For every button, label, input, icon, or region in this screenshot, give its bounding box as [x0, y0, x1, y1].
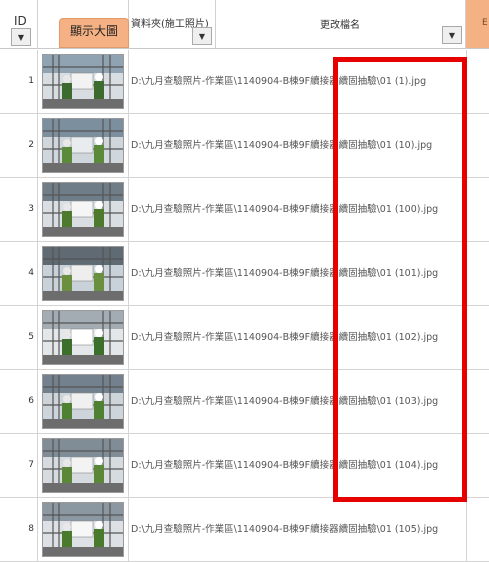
thumbnail-cell[interactable] — [38, 114, 129, 177]
row-id: 5 — [0, 306, 38, 369]
header-id-cell: ID ▼ — [0, 0, 38, 48]
spreadsheet: ID ▼ 資料夾(施工照片) ▼ 更改檔名 ▼ E 顯示大圖 1 D:\九月查驗照… — [0, 0, 489, 562]
thumbnail-cell[interactable] — [38, 434, 129, 497]
thumbnail-cell[interactable] — [38, 178, 129, 241]
row-id: 3 — [0, 178, 38, 241]
file-path[interactable]: D:\九月查驗照片-作業區\1140904-B棟9F續接器續固抽驗\01 (10… — [129, 114, 489, 177]
photo-thumbnail[interactable] — [42, 246, 124, 301]
photo-thumbnail[interactable] — [42, 374, 124, 429]
table-row[interactable]: 7 D:\九月查驗照片-作業區\1140904-B棟9F續接器續固抽驗\01 (1… — [0, 434, 489, 498]
row-id: 1 — [0, 50, 38, 113]
thumbnail-cell[interactable] — [38, 50, 129, 113]
column-divider — [466, 178, 467, 241]
column-divider — [466, 498, 467, 561]
header-row: ID ▼ 資料夾(施工照片) ▼ 更改檔名 ▼ E 顯示大圖 — [0, 0, 489, 49]
thumbnail-cell[interactable] — [38, 242, 129, 305]
row-id: 2 — [0, 114, 38, 177]
name-column-label: 更改檔名 — [320, 20, 360, 31]
row-id: 6 — [0, 370, 38, 433]
photo-thumbnail[interactable] — [42, 54, 124, 109]
table-row[interactable]: 3 D:\九月查驗照片-作業區\1140904-B棟9F續接器續固抽驗\01 (1… — [0, 178, 489, 242]
header-extra-cell: E — [466, 0, 489, 48]
file-path[interactable]: D:\九月查驗照片-作業區\1140904-B棟9F續接器續固抽驗\01 (10… — [129, 242, 489, 305]
file-path[interactable]: D:\九月查驗照片-作業區\1140904-B棟9F續接器續固抽驗\01 (1)… — [129, 50, 489, 113]
id-column-label: ID — [14, 14, 27, 28]
extra-column-mark: E — [482, 18, 488, 28]
photo-thumbnail[interactable] — [42, 502, 124, 557]
thumbnail-cell[interactable] — [38, 306, 129, 369]
thumbnail-cell[interactable] — [38, 370, 129, 433]
path-filter-dropdown[interactable]: ▼ — [192, 27, 212, 45]
header-path-cell: 資料夾(施工照片) ▼ — [129, 0, 216, 48]
table-row[interactable]: 5 D:\九月查驗照片-作業區\1140904-B棟9F續接器續固抽驗\01 (1… — [0, 306, 489, 370]
row-id: 8 — [0, 498, 38, 561]
row-id: 7 — [0, 434, 38, 497]
column-divider — [466, 242, 467, 305]
photo-thumbnail[interactable] — [42, 118, 124, 173]
column-divider — [466, 306, 467, 369]
table-row[interactable]: 4 D:\九月查驗照片-作業區\1140904-B棟9F續接器續固抽驗\01 (1… — [0, 242, 489, 306]
file-path[interactable]: D:\九月查驗照片-作業區\1140904-B棟9F續接器續固抽驗\01 (10… — [129, 306, 489, 369]
photo-thumbnail[interactable] — [42, 310, 124, 365]
name-filter-dropdown[interactable]: ▼ — [442, 26, 462, 44]
header-name-cell: 更改檔名 ▼ — [216, 0, 466, 48]
column-divider — [466, 370, 467, 433]
column-divider — [466, 50, 467, 113]
show-large-image-button[interactable]: 顯示大圖 — [59, 18, 129, 48]
id-filter-dropdown[interactable]: ▼ — [11, 28, 31, 46]
thumbnail-cell[interactable] — [38, 498, 129, 561]
table-row[interactable]: 6 D:\九月查驗照片-作業區\1140904-B棟9F續接器續固抽驗\01 (1… — [0, 370, 489, 434]
table-row[interactable]: 1 D:\九月查驗照片-作業區\1140904-B棟9F續接器續固抽驗\01 (1… — [0, 50, 489, 114]
column-divider — [466, 434, 467, 497]
photo-thumbnail[interactable] — [42, 182, 124, 237]
photo-thumbnail[interactable] — [42, 438, 124, 493]
file-path[interactable]: D:\九月查驗照片-作業區\1140904-B棟9F續接器續固抽驗\01 (10… — [129, 178, 489, 241]
file-path[interactable]: D:\九月查驗照片-作業區\1140904-B棟9F續接器續固抽驗\01 (10… — [129, 434, 489, 497]
row-id: 4 — [0, 242, 38, 305]
file-path[interactable]: D:\九月查驗照片-作業區\1140904-B棟9F續接器續固抽驗\01 (10… — [129, 498, 489, 561]
file-path[interactable]: D:\九月查驗照片-作業區\1140904-B棟9F續接器續固抽驗\01 (10… — [129, 370, 489, 433]
table-row[interactable]: 2 D:\九月查驗照片-作業區\1140904-B棟9F續接器續固抽驗\01 (1… — [0, 114, 489, 178]
column-divider — [466, 114, 467, 177]
table-row[interactable]: 8 D:\九月查驗照片-作業區\1140904-B棟9F續接器續固抽驗\01 (1… — [0, 498, 489, 562]
